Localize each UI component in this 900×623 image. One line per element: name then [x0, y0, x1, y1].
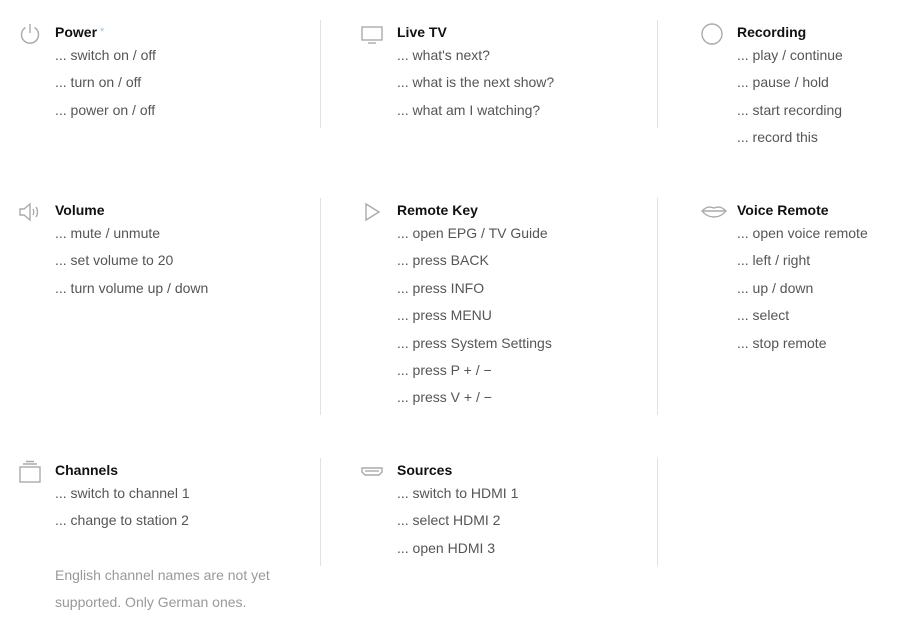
power-icon: [18, 22, 42, 46]
lips-icon: [700, 200, 727, 224]
section-body: Remote Key... open EPG / TV Guide... pre…: [397, 200, 552, 412]
command-example[interactable]: ... turn on / off: [55, 69, 156, 96]
section-title: Power *: [55, 22, 156, 42]
section-title: Recording: [737, 22, 843, 42]
section-title: Volume: [55, 200, 208, 220]
command-example[interactable]: ... switch on / off: [55, 42, 156, 69]
section-body: Channels ... switch to channel 1... chang…: [55, 460, 285, 617]
command-example[interactable]: ... what is the next show?: [397, 69, 554, 96]
command-example[interactable]: ... play / continue: [737, 42, 843, 69]
command-example[interactable]: ... pause / hold: [737, 69, 843, 96]
command-example[interactable]: ... up / down: [737, 275, 868, 302]
section-title: Live TV: [397, 22, 554, 42]
channels-stack-icon: [18, 460, 42, 484]
command-example[interactable]: ... what's next?: [397, 42, 554, 69]
section-title-text: Volume: [55, 202, 105, 218]
section-title-text: Power: [55, 24, 98, 40]
divider: [657, 198, 658, 415]
speaker-icon: [18, 200, 42, 224]
command-example[interactable]: ... select: [737, 302, 868, 329]
section-title-text: Remote Key: [397, 202, 478, 218]
section-body: Recording ... play / continue... pause / …: [737, 22, 843, 152]
command-example[interactable]: ... press BACK: [397, 247, 552, 274]
command-example[interactable]: ... change to station 2: [55, 507, 285, 534]
command-example[interactable]: ... open EPG / TV Guide: [397, 220, 552, 247]
command-example[interactable]: ... set volume to 20: [55, 247, 208, 274]
section-title: Channels: [55, 460, 285, 480]
command-example[interactable]: ... start recording: [737, 97, 843, 124]
divider: [657, 458, 658, 566]
section-title: Sources: [397, 460, 518, 480]
section-title-text: Sources: [397, 462, 453, 478]
command-example[interactable]: ... turn volume up / down: [55, 275, 208, 302]
command-example[interactable]: ... press INFO: [397, 275, 552, 302]
record-circle-icon: [700, 22, 724, 46]
divider: [320, 458, 321, 566]
play-triangle-icon: [360, 200, 384, 224]
command-example[interactable]: ... press V + / −: [397, 384, 552, 411]
section-title-text: Live TV: [397, 24, 447, 40]
section-title-text: Recording: [737, 24, 807, 40]
command-example[interactable]: ... stop remote: [737, 330, 868, 357]
command-example[interactable]: ... press System Settings: [397, 330, 552, 357]
command-example[interactable]: ... select HDMI 2: [397, 507, 518, 534]
section-body: Voice Remote ... open voice remote... lef…: [737, 200, 868, 357]
command-example[interactable]: ... mute / unmute: [55, 220, 208, 247]
section-body: Sources ... switch to HDMI 1... select HD…: [397, 460, 518, 562]
command-example[interactable]: ... power on / off: [55, 97, 156, 124]
divider: [657, 20, 658, 128]
hdmi-port-icon: [360, 460, 384, 484]
command-example[interactable]: ... record this: [737, 124, 843, 151]
command-example[interactable]: ... what am I watching?: [397, 97, 554, 124]
command-example[interactable]: ... switch to HDMI 1: [397, 480, 518, 507]
command-example[interactable]: ... switch to channel 1: [55, 480, 285, 507]
asterisk-marker: *: [100, 26, 105, 38]
section-body: Volume ... mute / unmute... set volume to…: [55, 200, 208, 302]
tv-icon: [360, 22, 384, 46]
section-body: Live TV ... what's next?... what is the n…: [397, 22, 554, 124]
divider: [320, 198, 321, 415]
command-example[interactable]: ... open HDMI 3: [397, 535, 518, 562]
command-example[interactable]: ... left / right: [737, 247, 868, 274]
command-example[interactable]: ... open voice remote: [737, 220, 868, 247]
section-title-text: Voice Remote: [737, 202, 829, 218]
command-example[interactable]: ... press MENU: [397, 302, 552, 329]
section-title: Voice Remote: [737, 200, 868, 220]
section-body: Power *... switch on / off... turn on / o…: [55, 22, 156, 124]
command-example[interactable]: ... press P + / −: [397, 357, 552, 384]
section-title: Remote Key: [397, 200, 552, 220]
channels-note: English channel names are not yet suppor…: [55, 566, 270, 611]
section-title-text: Channels: [55, 462, 119, 478]
divider: [320, 20, 321, 128]
